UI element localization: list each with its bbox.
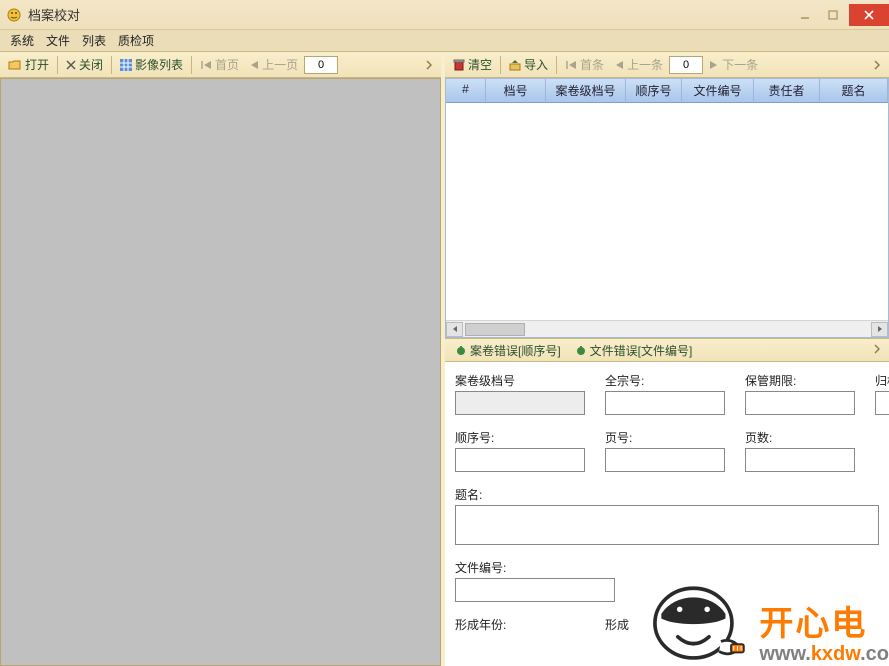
- input-fond[interactable]: [605, 391, 725, 415]
- image-viewer: [0, 78, 441, 666]
- tabs-chevron[interactable]: [869, 343, 885, 358]
- first-icon: [565, 60, 577, 70]
- col-volno[interactable]: 案卷级档号: [546, 79, 626, 102]
- prev-page-button[interactable]: 上一页: [245, 55, 302, 74]
- input-pageno[interactable]: [605, 448, 725, 472]
- input-seq[interactable]: [455, 448, 585, 472]
- col-docno[interactable]: 档号: [486, 79, 546, 102]
- open-label: 打开: [25, 56, 49, 73]
- clear-button[interactable]: 清空: [449, 55, 496, 74]
- form-panel: 案卷级档号 全宗号: 保管期限: 归档 顺序号:: [445, 362, 889, 666]
- close-file-button[interactable]: 关闭: [62, 55, 107, 74]
- prev-record-button[interactable]: 上一条: [610, 55, 667, 74]
- titlebar: 档案校对: [0, 0, 889, 30]
- label-archive: 归档: [875, 372, 889, 389]
- right-toolbar: 清空 导入 首条 上一条 下一条: [445, 52, 889, 78]
- open-button[interactable]: 打开: [4, 55, 53, 74]
- col-fileno[interactable]: 文件编号: [682, 79, 754, 102]
- import-label: 导入: [524, 56, 548, 73]
- col-index[interactable]: #: [446, 79, 486, 102]
- left-toolbar: 打开 关闭 影像列表 首页 上一页: [0, 52, 441, 78]
- menubar: 系统 文件 列表 质检项: [0, 30, 889, 52]
- record-number-input[interactable]: [669, 56, 703, 74]
- next-record-label: 下一条: [722, 56, 758, 73]
- clear-label: 清空: [468, 56, 492, 73]
- chevron-right-icon: [425, 59, 433, 71]
- horizontal-scrollbar[interactable]: [446, 320, 888, 337]
- label-pageno: 页号:: [605, 429, 725, 446]
- app-icon: [6, 7, 22, 23]
- input-pagecount[interactable]: [745, 448, 855, 472]
- tab-file-error[interactable]: 文件错误[文件编号]: [569, 340, 699, 361]
- input-retention[interactable]: [745, 391, 855, 415]
- input-archive[interactable]: [875, 391, 889, 415]
- import-icon: [509, 59, 521, 71]
- import-button[interactable]: 导入: [505, 55, 552, 74]
- tab-volume-error[interactable]: 案卷错误[顺序号]: [449, 340, 567, 361]
- page-number-input[interactable]: [304, 56, 338, 74]
- menu-system[interactable]: 系统: [4, 30, 40, 51]
- label-fond: 全宗号:: [605, 372, 725, 389]
- label-seq: 顺序号:: [455, 429, 585, 446]
- first-record-button[interactable]: 首条: [561, 55, 608, 74]
- folder-open-icon: [8, 59, 22, 71]
- separator: [111, 56, 112, 74]
- separator: [500, 56, 501, 74]
- input-fileno[interactable]: [455, 578, 615, 602]
- tab-file-error-label: 文件错误[文件编号]: [590, 342, 693, 359]
- col-seq[interactable]: 顺序号: [626, 79, 682, 102]
- image-list-label: 影像列表: [135, 56, 183, 73]
- next-record-button[interactable]: 下一条: [705, 55, 762, 74]
- first-icon: [200, 60, 212, 70]
- window-title: 档案校对: [28, 5, 80, 24]
- prev-icon: [614, 60, 624, 70]
- tab-volume-error-label: 案卷错误[顺序号]: [470, 342, 561, 359]
- menu-list[interactable]: 列表: [76, 30, 112, 51]
- separator: [191, 56, 192, 74]
- chevron-right-icon: [873, 59, 881, 71]
- menu-file[interactable]: 文件: [40, 30, 76, 51]
- grid-icon: [120, 59, 132, 71]
- bag-icon: [575, 344, 587, 356]
- watermark-url: www.kxdw.co: [759, 643, 889, 666]
- error-tabs: 案卷错误[顺序号] 文件错误[文件编号]: [445, 338, 889, 362]
- scroll-left-arrow[interactable]: [446, 322, 463, 337]
- separator: [57, 56, 58, 74]
- label-fileno: 文件编号:: [455, 559, 615, 576]
- scroll-thumb[interactable]: [465, 323, 525, 336]
- prev-page-label: 上一页: [262, 56, 298, 73]
- table-header: # 档号 案卷级档号 顺序号 文件编号 责任者 题名: [446, 79, 888, 103]
- first-record-label: 首条: [580, 56, 604, 73]
- records-table: # 档号 案卷级档号 顺序号 文件编号 责任者 题名: [445, 78, 889, 338]
- bag-icon: [455, 344, 467, 356]
- separator: [556, 56, 557, 74]
- table-body: [446, 103, 888, 320]
- prev-record-label: 上一条: [627, 56, 663, 73]
- label-retention: 保管期限:: [745, 372, 855, 389]
- input-volno: [455, 391, 585, 415]
- close-button[interactable]: [849, 4, 889, 26]
- input-title[interactable]: [455, 505, 879, 545]
- next-icon: [709, 60, 719, 70]
- image-list-button[interactable]: 影像列表: [116, 55, 187, 74]
- label-title: 题名:: [455, 486, 879, 503]
- minimize-button[interactable]: [791, 5, 819, 25]
- x-icon: [66, 60, 76, 70]
- col-title[interactable]: 题名: [820, 79, 888, 102]
- maximize-button[interactable]: [819, 5, 847, 25]
- left-toolbar-chevron[interactable]: [421, 58, 437, 72]
- close-label: 关闭: [79, 56, 103, 73]
- first-page-button[interactable]: 首页: [196, 55, 243, 74]
- label-year: 形成年份:: [455, 616, 585, 633]
- first-page-label: 首页: [215, 56, 239, 73]
- label-form-partial: 形成: [605, 616, 665, 633]
- label-volno: 案卷级档号: [455, 372, 585, 389]
- prev-icon: [249, 60, 259, 70]
- trash-icon: [453, 59, 465, 71]
- scroll-right-arrow[interactable]: [871, 322, 888, 337]
- menu-qc[interactable]: 质检项: [112, 30, 160, 51]
- label-pagecount: 页数:: [745, 429, 855, 446]
- right-toolbar-chevron[interactable]: [869, 58, 885, 72]
- col-resp[interactable]: 责任者: [754, 79, 820, 102]
